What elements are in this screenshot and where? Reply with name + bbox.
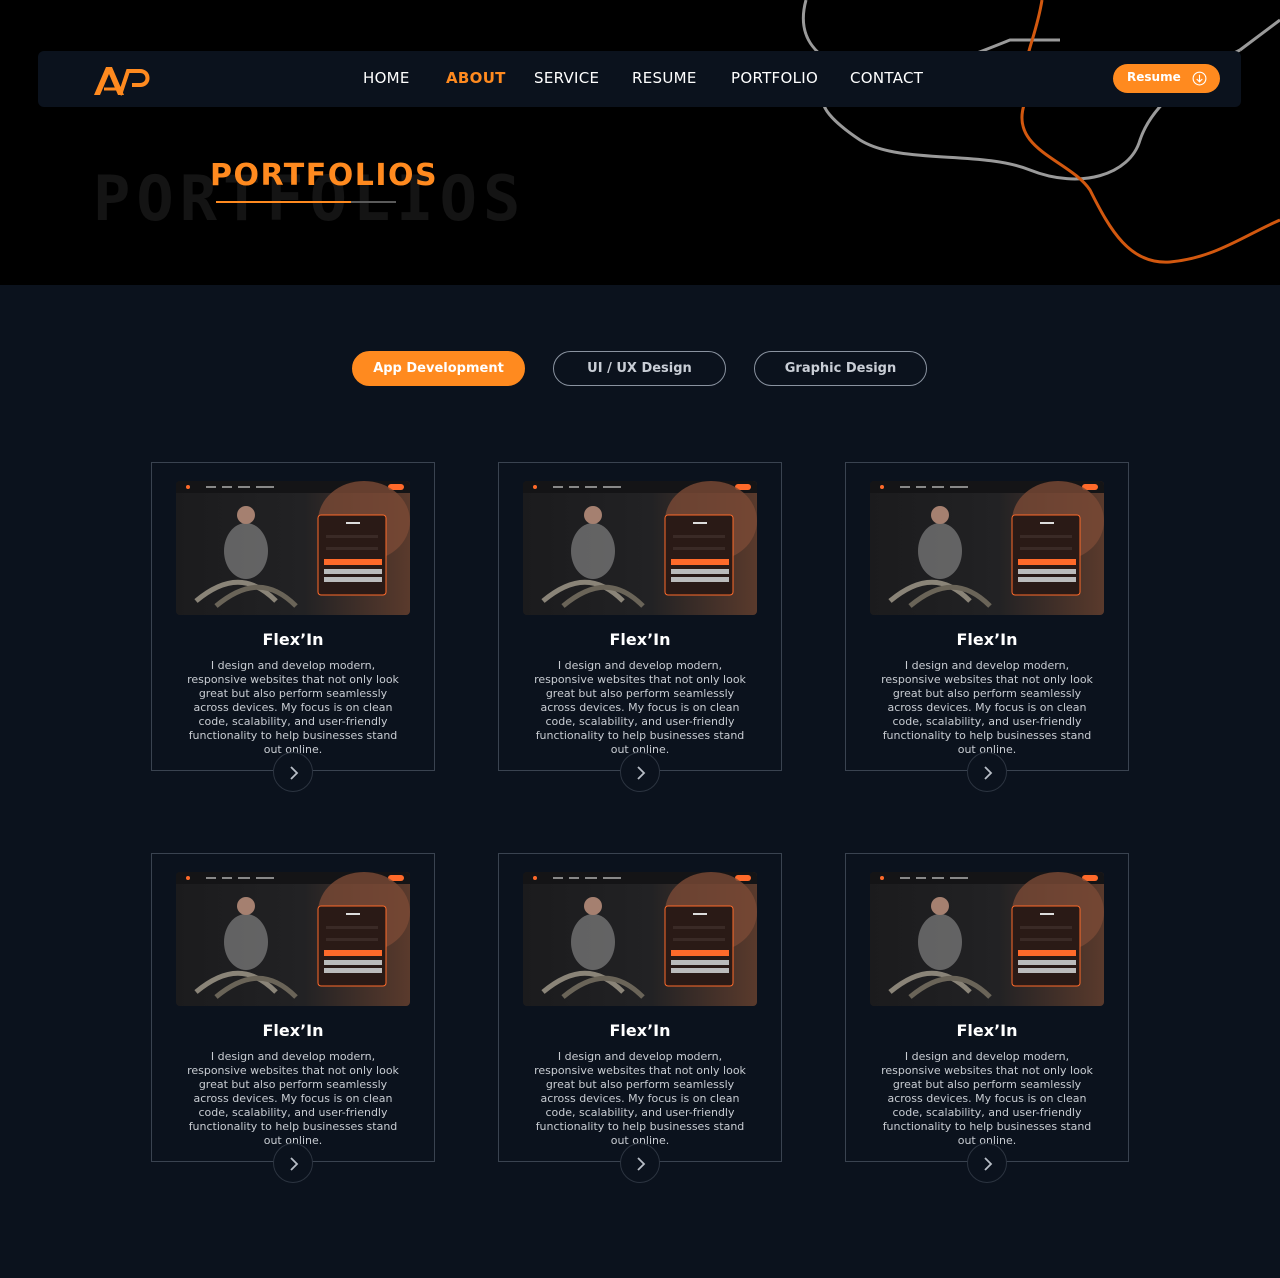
chevron-right-icon <box>637 1157 646 1171</box>
hero-section: HOME ABOUT SERVICE RESUME PORTFOLIO CONT… <box>0 0 1280 285</box>
view-project-button[interactable] <box>620 752 660 792</box>
portfolio-card[interactable]: Flex’In I design and develop modern, res… <box>498 853 782 1183</box>
project-title: Flex’In <box>609 630 671 649</box>
project-description: I design and develop modern, responsive … <box>187 659 399 756</box>
view-project-button[interactable] <box>273 1143 313 1183</box>
view-project-button[interactable] <box>967 752 1007 792</box>
download-icon <box>1192 71 1207 86</box>
chevron-right-icon <box>637 766 646 780</box>
nav-resume[interactable]: RESUME <box>632 69 697 87</box>
project-thumbnail-image[interactable] <box>870 872 1104 1006</box>
project-title: Flex’In <box>609 1021 671 1040</box>
nav-portfolio[interactable]: PORTFOLIO <box>731 69 818 87</box>
view-project-button[interactable] <box>273 752 313 792</box>
swirl-orange-bottom <box>1020 104 1280 264</box>
swirl-orange-top <box>1026 0 1044 56</box>
top-navbar: HOME ABOUT SERVICE RESUME PORTFOLIO CONT… <box>38 51 1241 107</box>
portfolio-card[interactable]: Flex’In I design and develop modern, res… <box>498 462 782 792</box>
page-title: PORTFOLIOS <box>210 158 439 193</box>
chevron-right-icon <box>984 766 993 780</box>
portfolio-card[interactable]: Flex’In I design and develop modern, res… <box>845 462 1129 792</box>
project-thumbnail-image[interactable] <box>523 872 757 1006</box>
nav-service[interactable]: SERVICE <box>534 69 599 87</box>
nav-home[interactable]: HOME <box>363 69 410 87</box>
project-title: Flex’In <box>262 1021 324 1040</box>
project-description: I design and develop modern, responsive … <box>534 659 746 756</box>
nav-links: HOME ABOUT SERVICE RESUME PORTFOLIO CONT… <box>38 51 1241 107</box>
project-description: I design and develop modern, responsive … <box>881 1050 1093 1147</box>
project-thumbnail-image[interactable] <box>870 481 1104 615</box>
filter-graphic-design[interactable]: Graphic Design <box>754 351 927 386</box>
portfolio-card[interactable]: Flex’In I design and develop modern, res… <box>151 853 435 1183</box>
chevron-right-icon <box>290 1157 299 1171</box>
portfolio-card[interactable]: Flex’In I design and develop modern, res… <box>151 462 435 792</box>
filter-app-development[interactable]: App Development <box>352 351 525 386</box>
resume-button-label: Resume <box>1127 70 1181 84</box>
swirl-gray-tail <box>1239 18 1280 52</box>
nav-contact[interactable]: CONTACT <box>850 69 923 87</box>
view-project-button[interactable] <box>967 1143 1007 1183</box>
portfolio-card[interactable]: Flex’In I design and develop modern, res… <box>845 853 1129 1183</box>
resume-download-button[interactable]: Resume <box>1113 64 1220 93</box>
view-project-button[interactable] <box>620 1143 660 1183</box>
project-description: I design and develop modern, responsive … <box>534 1050 746 1147</box>
filter-ui-ux-design[interactable]: UI / UX Design <box>553 351 726 386</box>
chevron-right-icon <box>290 766 299 780</box>
project-description: I design and develop modern, responsive … <box>187 1050 399 1147</box>
project-title: Flex’In <box>262 630 324 649</box>
decorative-swirl-lines <box>801 0 1280 264</box>
project-thumbnail-image[interactable] <box>523 481 757 615</box>
nav-about[interactable]: ABOUT <box>446 69 506 87</box>
title-underline-accent <box>216 201 351 203</box>
project-title: Flex’In <box>956 1021 1018 1040</box>
project-title: Flex’In <box>956 630 1018 649</box>
chevron-right-icon <box>984 1157 993 1171</box>
project-thumbnail-image[interactable] <box>176 481 410 615</box>
project-description: I design and develop modern, responsive … <box>881 659 1093 756</box>
project-thumbnail-image[interactable] <box>176 872 410 1006</box>
